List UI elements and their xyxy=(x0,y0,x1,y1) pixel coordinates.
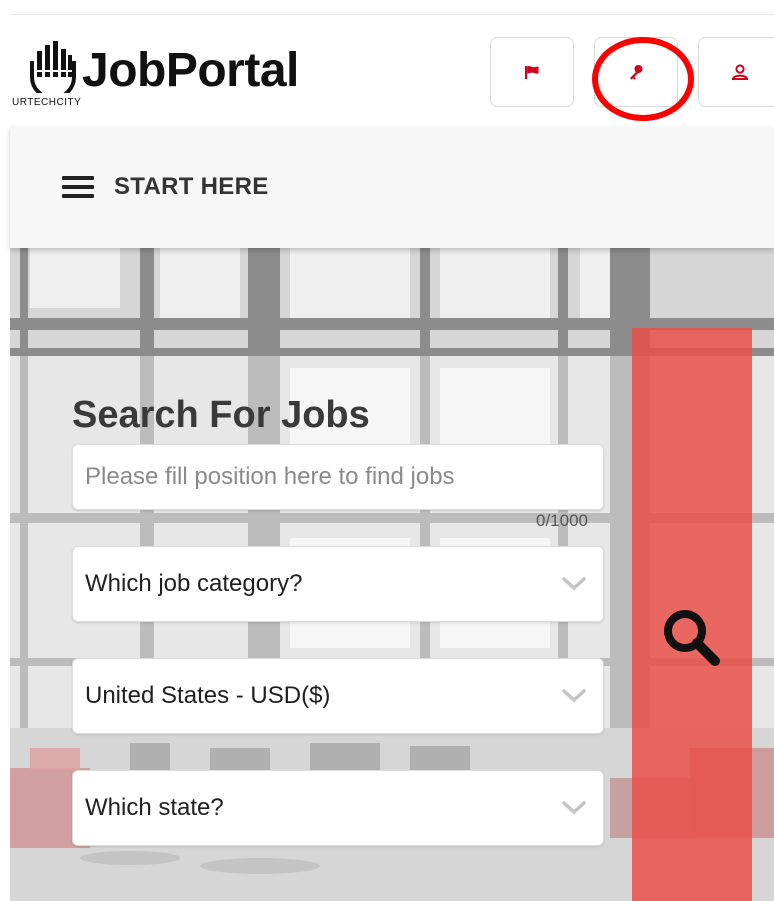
chevron-down-icon xyxy=(562,801,586,815)
hamburger-icon xyxy=(62,176,94,198)
job-category-select[interactable]: Which job category? xyxy=(72,546,604,622)
site-header: JobPortal URTECHCITY xyxy=(10,14,774,126)
city-skyline-logo-icon xyxy=(30,41,76,93)
site-logo[interactable]: JobPortal URTECHCITY xyxy=(12,37,332,117)
nav-menu-toggle[interactable]: START HERE xyxy=(62,170,269,204)
flag-icon xyxy=(525,66,539,79)
search-icon xyxy=(664,610,720,666)
key-icon xyxy=(630,65,643,80)
nav-label: START HERE xyxy=(114,173,269,200)
hero-section: Search For Jobs 0/1000 Which job categor… xyxy=(10,248,774,901)
login-button[interactable] xyxy=(594,37,678,107)
brand-subtitle: URTECHCITY xyxy=(12,97,82,108)
character-counter: 0/1000 xyxy=(536,511,588,530)
account-button[interactable] xyxy=(698,37,774,107)
chevron-down-icon xyxy=(562,577,586,591)
brand-name: JobPortal xyxy=(82,44,299,97)
state-value: Which state? xyxy=(85,794,224,821)
country-currency-select[interactable]: United States - USD($) xyxy=(72,658,604,734)
user-icon xyxy=(731,64,749,80)
search-submit-button[interactable] xyxy=(632,328,752,901)
search-title: Search For Jobs xyxy=(72,394,370,436)
country-currency-value: United States - USD($) xyxy=(85,682,331,709)
flag-button[interactable] xyxy=(490,37,574,107)
main-navbar: START HERE xyxy=(10,126,774,248)
position-search-input[interactable] xyxy=(72,444,604,510)
page: JobPortal URTECHCITY START HERE Search F… xyxy=(0,0,774,901)
chevron-down-icon xyxy=(562,689,586,703)
state-select[interactable]: Which state? xyxy=(72,770,604,846)
job-category-value: Which job category? xyxy=(85,570,303,597)
